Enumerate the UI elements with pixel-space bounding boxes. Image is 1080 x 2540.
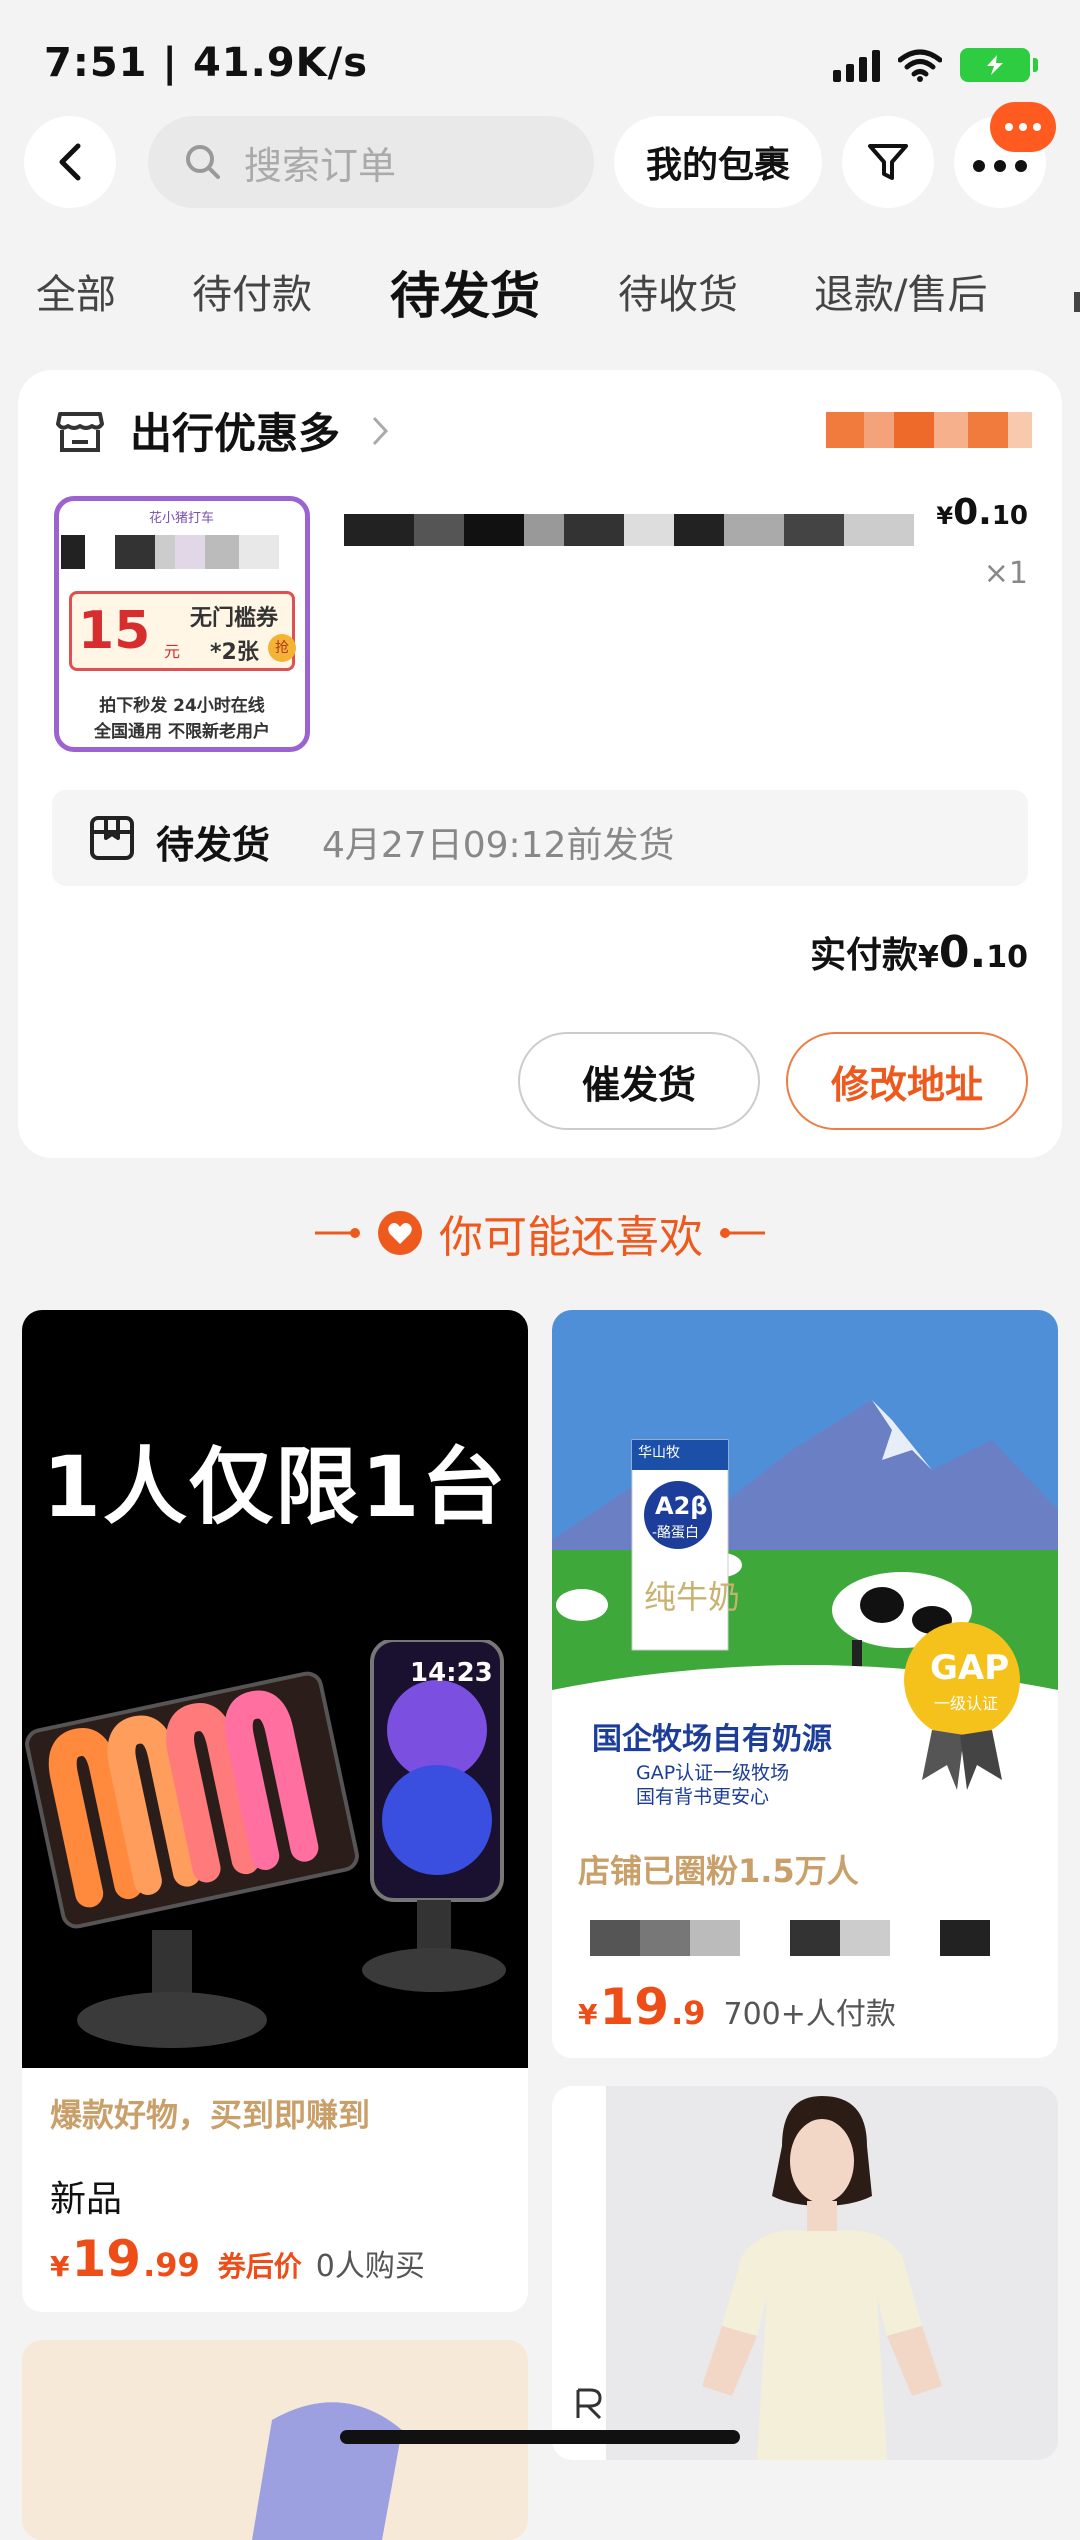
chevron-right-icon	[372, 416, 389, 446]
search-input[interactable]: 搜索订单	[148, 116, 594, 208]
package-icon	[90, 816, 134, 860]
product-tagline: 爆款好物，买到即赚到	[50, 2096, 371, 2134]
shipping-status-box[interactable]: 待发货 4月27日09:12前发货	[52, 790, 1028, 886]
thumb-brand: 花小猪打车	[149, 511, 215, 526]
back-button[interactable]	[24, 116, 116, 208]
order-tabs: 全部 待付款 待发货 待收货 退款/售后	[0, 262, 1080, 342]
product-card[interactable]	[552, 2086, 1058, 2460]
shipping-status-label: 待发货	[156, 823, 271, 867]
left-decor-icon	[315, 1228, 360, 1238]
filter-icon	[868, 144, 908, 180]
wifi-icon	[898, 49, 942, 82]
product-image: 华山牧 A2β -酪蛋白 纯牛奶 国企牧场自有奶源 GAP认证一级牧场 国有背书…	[552, 1310, 1058, 1816]
tab-overflow-hint	[1074, 292, 1080, 312]
product-image: 1人仅限1台 14:23	[22, 1310, 528, 2068]
product-card[interactable]: 1人仅限1台 14:23 爆款好物，买到即赚到 新品 ¥ 19 .99 券后价 …	[22, 1310, 528, 2312]
product-name: 新品	[50, 2179, 123, 2220]
product-price: ¥ 19 .9 700+人付款	[578, 1978, 896, 2036]
tab-pending-payment[interactable]: 待付款	[192, 262, 312, 320]
message-badge	[990, 102, 1056, 152]
signal-icon	[833, 48, 880, 82]
shop-icon	[56, 412, 104, 452]
gap-badge: GAP	[930, 1648, 1010, 1688]
item-price: ¥0.10	[936, 492, 1028, 533]
battery-icon	[960, 48, 1038, 82]
search-placeholder: 搜索订单	[244, 143, 397, 188]
recommend-title: 你可能还喜欢	[439, 1212, 703, 1263]
tab-all[interactable]: 全部	[36, 262, 116, 320]
tablet-stand-graphic	[25, 1640, 506, 2048]
milk-banner: 国企牧场自有奶源	[592, 1722, 832, 1757]
status-time: 7:51 | 41.9K/s	[44, 40, 369, 86]
phone-clock: 14:23	[410, 1658, 493, 1688]
thumb-censored	[61, 535, 279, 569]
edit-address-button[interactable]: 修改地址	[786, 1032, 1028, 1130]
milk-name: 纯牛奶	[644, 1578, 741, 1616]
product-image	[702, 2096, 942, 2460]
shop-name[interactable]: 出行优惠多	[130, 400, 340, 461]
coupon-graphic: 15 元 无门槛券 *2张 抢	[69, 591, 296, 671]
my-package-button[interactable]: 我的包裹	[614, 116, 822, 208]
product-card[interactable]: 华山牧 A2β -酪蛋白 纯牛奶 国企牧场自有奶源 GAP认证一级牧场 国有背书…	[552, 1310, 1058, 2058]
order-card[interactable]: 出行优惠多 花小猪打车 15 元 无门槛券 *2张 抢 拍下秒发 24小时在线 …	[18, 370, 1062, 1158]
status-icons	[833, 48, 1038, 82]
grab-icon: 抢	[268, 634, 296, 662]
shipping-deadline: 4月27日09:12前发货	[322, 825, 675, 866]
heart-icon	[378, 1211, 422, 1255]
recommend-header: 你可能还喜欢	[0, 1198, 1080, 1268]
search-icon	[186, 145, 220, 179]
milk-brand: 华山牧	[638, 1445, 680, 1461]
product-price: ¥ 19 .99 券后价 0人购买	[50, 2230, 425, 2288]
home-indicator[interactable]	[340, 2430, 740, 2444]
more-icon	[973, 160, 1027, 172]
item-quantity: ×1	[983, 556, 1028, 591]
right-decor-icon	[720, 1228, 765, 1238]
milk-badge: A2β	[655, 1492, 708, 1520]
actual-payment: 实付款 ¥0. 10	[810, 927, 1028, 978]
censored-product-title	[344, 514, 914, 546]
product-thumbnail[interactable]: 花小猪打车 15 元 无门槛券 *2张 抢 拍下秒发 24小时在线 全国通用 不…	[54, 496, 310, 752]
filter-button[interactable]	[842, 116, 934, 208]
tab-refund[interactable]: 退款/售后	[814, 262, 987, 320]
back-arrow-icon	[59, 143, 81, 181]
urge-shipment-button[interactable]: 催发货	[518, 1032, 760, 1130]
tab-pending-receipt[interactable]: 待收货	[618, 262, 738, 320]
brand-logo-icon	[576, 2388, 602, 2420]
product-image-text: 1人仅限1台	[42, 1438, 508, 1536]
censored-product-name	[590, 1920, 990, 1956]
shop-fans: 店铺已圈粉1.5万人	[578, 1852, 859, 1890]
censored-label	[826, 412, 1032, 448]
status-bar: 7:51 | 41.9K/s	[0, 0, 1080, 110]
tab-pending-shipment[interactable]: 待发货	[390, 256, 540, 328]
